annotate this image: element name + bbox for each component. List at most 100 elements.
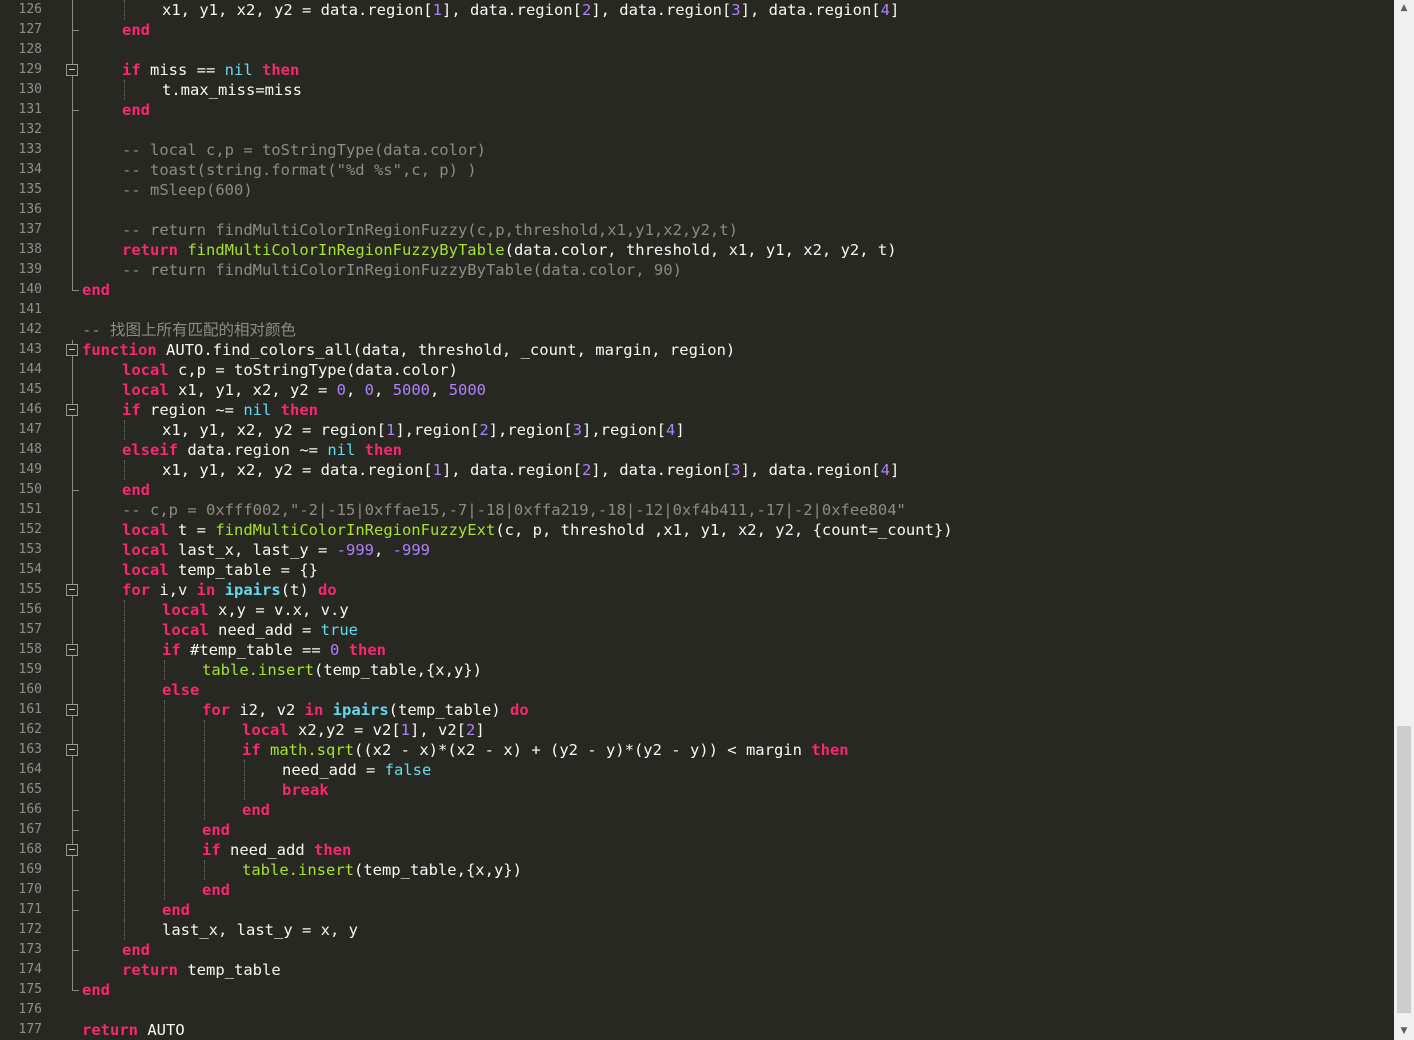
scroll-up-arrow-icon[interactable]: ▲ xyxy=(1394,0,1414,17)
line-number: 129 xyxy=(18,62,42,77)
code-token: , xyxy=(430,381,449,399)
code-token: 0 xyxy=(336,381,346,399)
code-token: ], data.region[ xyxy=(591,1,732,19)
fold-end-marker xyxy=(72,810,79,811)
code-token: ], data.region[ xyxy=(591,461,732,479)
code-token: if xyxy=(202,841,221,859)
line-number: 167 xyxy=(18,822,42,837)
line-number: 149 xyxy=(18,462,42,477)
code-token: 2 xyxy=(581,461,592,479)
fold-end-marker xyxy=(72,910,79,911)
code-line: return AUTO xyxy=(82,1020,185,1040)
code-token: i,v xyxy=(150,581,197,599)
code-line: need_add = false xyxy=(282,760,431,780)
code-area[interactable]: x1, y1, x2, y2 = data.region[1], data.re… xyxy=(82,0,1394,1040)
code-token: 3 xyxy=(731,461,741,479)
code-token: ],region[ xyxy=(582,421,666,439)
line-number: 137 xyxy=(18,222,42,237)
fold-toggle-icon[interactable] xyxy=(66,744,78,756)
code-token: ipairs xyxy=(224,581,281,599)
indent-guide xyxy=(164,820,165,840)
code-token: c,p = toStringType(data.color) xyxy=(168,361,458,379)
line-number: 177 xyxy=(18,1022,42,1037)
code-line: end xyxy=(242,800,270,820)
code-token: i2, v2 xyxy=(230,701,305,719)
line-number: 154 xyxy=(18,562,42,577)
code-token: ] xyxy=(889,1,900,19)
line-number: 162 xyxy=(18,722,42,737)
indent-guide xyxy=(124,80,125,100)
indent-guide xyxy=(124,840,125,860)
code-line: return temp_table xyxy=(122,960,281,980)
code-editor[interactable]: 126 127 128 129 130 131 132 133 134 135 136 137 138 1… xyxy=(0,0,1414,1040)
code-line: -- mSleep(600) xyxy=(122,180,253,200)
fold-toggle-icon[interactable] xyxy=(66,64,78,76)
code-token: t.max_miss=miss xyxy=(162,81,302,99)
code-token: if xyxy=(122,61,141,79)
line-number-gutter: 126 127 128 129 130 131 132 133 134 135 136 137 138 1… xyxy=(0,0,82,1040)
code-token: -- 找图上所有匹配的相对颜色 xyxy=(82,321,296,339)
indent-guide xyxy=(164,880,165,900)
code-token: 1 xyxy=(432,461,442,479)
code-token: ],region[ xyxy=(488,421,573,439)
fold-toggle-icon[interactable] xyxy=(66,404,78,416)
indent-guide xyxy=(124,720,125,740)
fold-toggle-icon[interactable] xyxy=(66,344,78,356)
fold-end-marker xyxy=(72,30,79,31)
vertical-scrollbar[interactable]: ▲ ▼ xyxy=(1394,0,1414,1040)
indent-guide xyxy=(164,860,165,880)
indent-guide xyxy=(164,660,165,680)
code-line: end xyxy=(82,980,110,1000)
code-token: 5000 xyxy=(392,381,431,399)
scroll-down-arrow-icon[interactable]: ▼ xyxy=(1394,1023,1414,1040)
code-token: for xyxy=(202,701,230,719)
code-token: ], data.region[ xyxy=(441,1,582,19)
code-token: ], data.region[ xyxy=(740,461,881,479)
code-token: 1 xyxy=(432,1,442,19)
scrollbar-thumb[interactable] xyxy=(1397,726,1411,1013)
code-token: end xyxy=(122,21,150,39)
indent-guide xyxy=(204,760,205,780)
code-token: 4 xyxy=(880,1,890,19)
line-number: 169 xyxy=(18,862,42,877)
indent-guide xyxy=(164,700,165,720)
fold-toggle-icon[interactable] xyxy=(66,584,78,596)
fold-toggle-icon[interactable] xyxy=(66,704,78,716)
fold-toggle-icon[interactable] xyxy=(66,844,78,856)
line-number: 135 xyxy=(18,182,42,197)
line-number: 175 xyxy=(18,982,42,997)
code-token: (temp_table) xyxy=(388,701,510,719)
line-number: 153 xyxy=(18,542,42,557)
fold-toggle-icon[interactable] xyxy=(66,644,78,656)
code-line: table.insert(temp_table,{x,y}) xyxy=(202,660,482,680)
indent-guide xyxy=(164,720,165,740)
code-token: ],region[ xyxy=(395,421,480,439)
code-token: ((x2 - x)*(x2 - x) + (y2 - y)*(y2 - y)) … xyxy=(354,741,812,759)
code-token: local xyxy=(122,521,169,539)
code-token: 5000 xyxy=(448,381,487,399)
code-token: (data.color, threshold, x1, y1, x2, y2, … xyxy=(504,241,897,259)
code-token: local xyxy=(242,721,289,739)
line-number: 172 xyxy=(18,922,42,937)
code-token: region ~= xyxy=(140,401,244,419)
indent-guide xyxy=(124,660,125,680)
code-token: end xyxy=(122,941,150,959)
code-line: x1, y1, x2, y2 = data.region[1], data.re… xyxy=(162,0,899,20)
code-token: x1, y1, x2, y2 = region[ xyxy=(162,421,386,439)
code-token: 1 xyxy=(400,721,410,739)
line-number: 139 xyxy=(18,262,42,277)
code-token: 2 xyxy=(466,721,476,739)
code-token: , xyxy=(373,541,393,559)
code-token: x1, y1, x2, y2 = data.region xyxy=(162,1,424,19)
code-line: x1, y1, x2, y2 = data.region[1], data.re… xyxy=(162,460,899,480)
code-token: math.sqrt xyxy=(270,741,355,759)
line-number: 159 xyxy=(18,662,42,677)
code-token: end xyxy=(122,481,150,499)
code-line: local need_add = true xyxy=(162,620,358,640)
code-line: x1, y1, x2, y2 = region[1],region[2],reg… xyxy=(162,420,685,440)
line-number: 161 xyxy=(18,702,42,717)
code-token: if xyxy=(242,741,261,759)
code-token: then xyxy=(364,441,402,459)
